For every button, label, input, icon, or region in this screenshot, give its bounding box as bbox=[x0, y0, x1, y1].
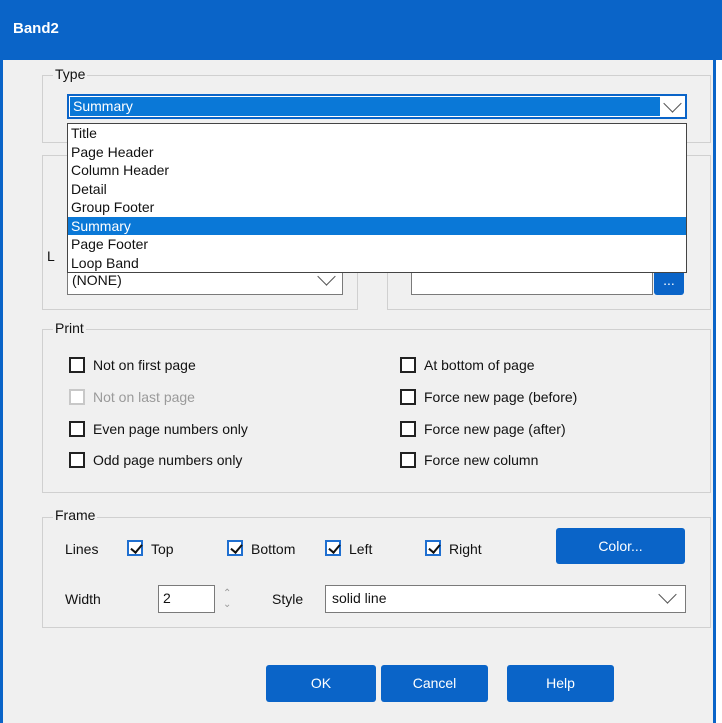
force-new-page-before-checkbox[interactable] bbox=[400, 389, 416, 405]
line-top-checkbox[interactable] bbox=[127, 540, 143, 556]
dropdown-option[interactable]: Title bbox=[68, 124, 686, 142]
width-label: Width bbox=[65, 591, 101, 607]
force-new-column-checkbox[interactable] bbox=[400, 452, 416, 468]
even-page-numbers-checkbox[interactable] bbox=[69, 421, 85, 437]
hidden-left-combo[interactable]: (NONE) bbox=[67, 267, 343, 295]
width-input[interactable]: 2 bbox=[158, 585, 215, 613]
line-bottom-label: Bottom bbox=[251, 541, 296, 557]
title-bar: Band2 bbox=[3, 0, 722, 60]
force-new-page-after-checkbox[interactable] bbox=[400, 421, 416, 437]
dropdown-option[interactable]: Page Footer bbox=[68, 235, 686, 253]
ellipsis-button[interactable]: ... bbox=[654, 270, 684, 295]
frame-group-label: Frame bbox=[53, 507, 98, 523]
not-on-last-page-checkbox bbox=[69, 389, 85, 405]
type-combo-value: Summary bbox=[73, 98, 133, 114]
line-right-checkbox[interactable] bbox=[425, 540, 441, 556]
even-page-numbers-label: Even page numbers only bbox=[93, 421, 248, 437]
band-dialog: Band2 Type Summary L (NONE) ... Print No… bbox=[0, 0, 722, 723]
not-on-first-page-label: Not on first page bbox=[93, 357, 196, 373]
chevron-down-icon[interactable] bbox=[663, 94, 682, 113]
force-new-page-after-label: Force new page (after) bbox=[424, 421, 566, 437]
color-button[interactable]: Color... bbox=[556, 528, 685, 564]
force-new-page-before-label: Force new page (before) bbox=[424, 389, 578, 405]
at-bottom-of-page-label: At bottom of page bbox=[424, 357, 535, 373]
ok-button[interactable]: OK bbox=[266, 665, 376, 702]
cancel-button[interactable]: Cancel bbox=[381, 665, 488, 702]
style-label: Style bbox=[272, 591, 304, 607]
dropdown-option[interactable]: Detail bbox=[68, 180, 686, 198]
line-left-label: Left bbox=[349, 541, 373, 557]
line-top-label: Top bbox=[151, 541, 174, 557]
style-combo[interactable]: solid line bbox=[325, 585, 686, 613]
dropdown-option[interactable]: Column Header bbox=[68, 161, 686, 179]
hidden-left-combo-value: (NONE) bbox=[72, 272, 122, 288]
type-group-label: Type bbox=[53, 66, 88, 82]
not-on-first-page-checkbox[interactable] bbox=[69, 357, 85, 373]
type-combo-selected bbox=[70, 97, 660, 116]
line-bottom-checkbox[interactable] bbox=[227, 540, 243, 556]
odd-page-numbers-checkbox[interactable] bbox=[69, 452, 85, 468]
style-combo-value: solid line bbox=[332, 590, 387, 606]
chevron-down-icon[interactable] bbox=[658, 585, 677, 604]
dropdown-option[interactable]: Page Header bbox=[68, 143, 686, 161]
lines-label: Lines bbox=[65, 541, 99, 557]
odd-page-numbers-label: Odd page numbers only bbox=[93, 452, 243, 468]
width-value: 2 bbox=[163, 590, 171, 606]
hidden-group-label: L bbox=[47, 248, 55, 264]
spin-up-icon[interactable]: ⌃ bbox=[223, 588, 231, 599]
dropdown-option[interactable]: Loop Band bbox=[68, 254, 686, 272]
spin-down-icon[interactable]: ⌄ bbox=[223, 599, 231, 610]
at-bottom-of-page-checkbox[interactable] bbox=[400, 357, 416, 373]
window-title: Band2 bbox=[13, 20, 59, 37]
print-group-label: Print bbox=[53, 320, 86, 336]
line-left-checkbox[interactable] bbox=[325, 540, 341, 556]
print-group bbox=[42, 329, 711, 493]
hidden-right-field[interactable] bbox=[411, 270, 653, 295]
help-button[interactable]: Help bbox=[507, 665, 614, 702]
type-dropdown-list[interactable]: Title Page Header Column Header Detail G… bbox=[67, 123, 687, 273]
not-on-last-page-label: Not on last page bbox=[93, 389, 195, 405]
type-combo[interactable]: Summary bbox=[67, 94, 687, 119]
dropdown-option[interactable]: Group Footer bbox=[68, 198, 686, 216]
force-new-column-label: Force new column bbox=[424, 452, 539, 468]
line-right-label: Right bbox=[449, 541, 482, 557]
dropdown-option-selected[interactable]: Summary bbox=[68, 217, 686, 235]
